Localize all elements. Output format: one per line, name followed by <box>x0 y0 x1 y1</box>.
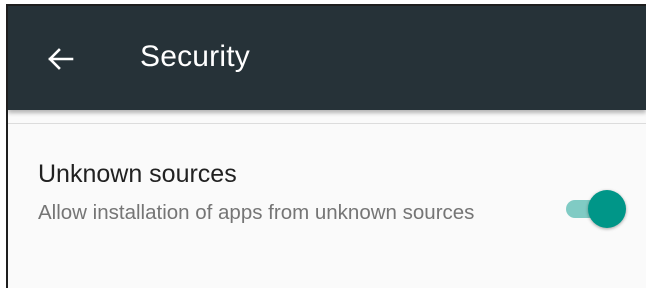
screen: Security Unknown sources Allow installat… <box>6 4 646 288</box>
setting-summary: Allow installation of apps from unknown … <box>38 201 475 224</box>
setting-unknown-sources[interactable]: Unknown sources Allow installation of ap… <box>8 136 646 286</box>
setting-title: Unknown sources <box>38 160 237 188</box>
app-bar: Security <box>8 6 646 110</box>
unknown-sources-toggle[interactable] <box>564 188 628 228</box>
back-button[interactable] <box>36 39 84 79</box>
page-title: Security <box>140 40 250 73</box>
arrow-back-icon <box>48 48 74 70</box>
toggle-thumb <box>588 190 626 228</box>
divider <box>8 123 646 124</box>
